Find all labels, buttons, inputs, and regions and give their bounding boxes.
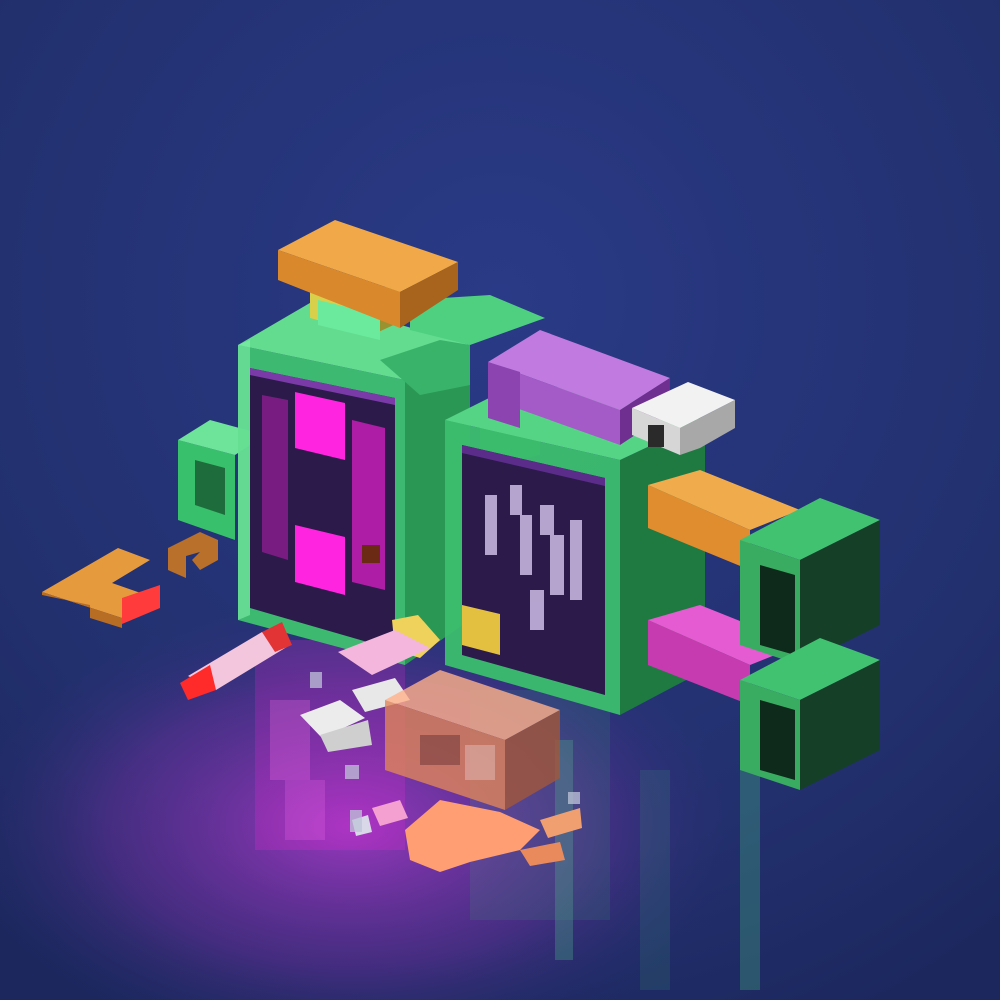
grey-cube-b — [350, 810, 362, 832]
left-screen-segment-top — [295, 392, 345, 460]
grey-cube-c — [568, 792, 580, 804]
cluster-inner-light — [465, 745, 495, 780]
cluster-inner-dark — [420, 735, 460, 765]
end-lower-dark — [760, 700, 795, 780]
grey-cube-d — [310, 672, 322, 688]
end-upper-dark — [760, 565, 795, 655]
left-screen-segment-right — [352, 420, 385, 590]
left-screen-dot — [362, 545, 380, 563]
white-hook-notch — [648, 425, 664, 447]
purple-handle-leg — [488, 362, 520, 428]
grey-cube-a — [345, 765, 359, 779]
left-screen-segment-left — [262, 395, 288, 560]
right-screen-frame — [462, 445, 605, 695]
voxel-scene — [0, 0, 1000, 1000]
left-cabinet-edge — [238, 340, 250, 620]
